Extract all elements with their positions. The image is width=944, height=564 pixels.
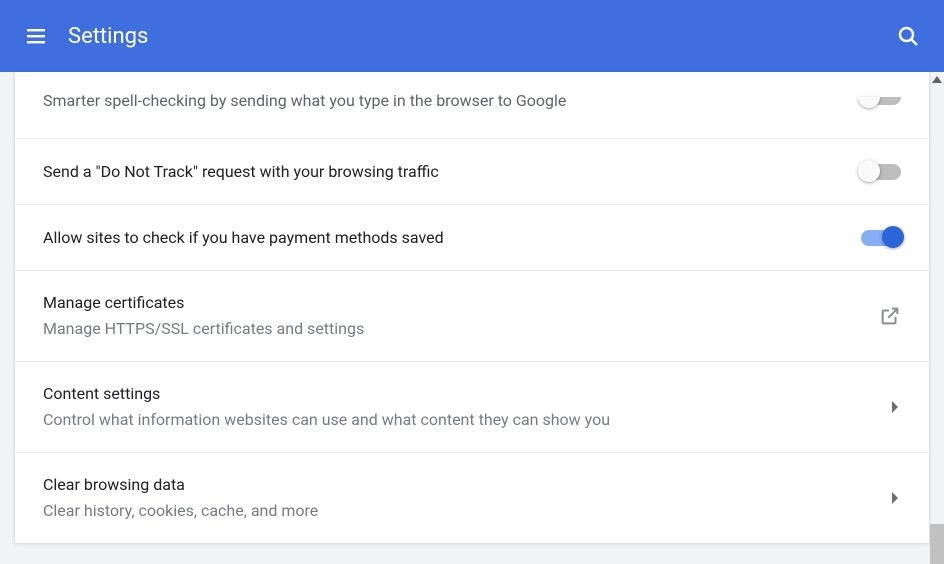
row-manage-certificates-title: Manage certificates [43, 291, 859, 315]
app-header: Settings [0, 0, 944, 72]
row-manage-certificates[interactable]: Manage certificates Manage HTTPS/SSL cer… [15, 270, 929, 361]
scroll-up-arrow-icon[interactable] [932, 76, 942, 83]
chevron-right-icon [891, 491, 901, 505]
row-clear-browsing-data[interactable]: Clear browsing data Clear history, cooki… [15, 452, 929, 543]
chevron-right-icon [891, 400, 901, 414]
row-spellcheck: Smarter spell-checking by sending what y… [15, 72, 929, 138]
page-title: Settings [68, 24, 148, 49]
hamburger-icon [24, 24, 48, 48]
row-content-settings-subtitle: Control what information websites can us… [43, 408, 871, 432]
row-content-settings[interactable]: Content settings Control what informatio… [15, 361, 929, 452]
row-spellcheck-subtitle: Smarter spell-checking by sending what y… [43, 89, 841, 113]
search-button[interactable] [896, 24, 920, 48]
settings-panel: Smarter spell-checking by sending what y… [14, 72, 930, 544]
toggle-do-not-track[interactable] [861, 164, 901, 180]
row-do-not-track-title: Send a "Do Not Track" request with your … [43, 160, 841, 184]
search-icon [896, 24, 920, 48]
row-payment-methods-title: Allow sites to check if you have payment… [43, 226, 841, 250]
menu-button[interactable] [24, 24, 48, 48]
row-clear-browsing-data-subtitle: Clear history, cookies, cache, and more [43, 499, 871, 523]
row-clear-browsing-data-title: Clear browsing data [43, 473, 871, 497]
toggle-payment-methods[interactable] [861, 230, 901, 246]
row-payment-methods: Allow sites to check if you have payment… [15, 204, 929, 270]
external-link-icon [879, 305, 901, 327]
scrollbar-thumb[interactable] [930, 524, 944, 564]
row-do-not-track: Send a "Do Not Track" request with your … [15, 138, 929, 204]
row-content-settings-title: Content settings [43, 382, 871, 406]
toggle-spellcheck[interactable] [861, 97, 901, 105]
row-manage-certificates-subtitle: Manage HTTPS/SSL certificates and settin… [43, 317, 859, 341]
